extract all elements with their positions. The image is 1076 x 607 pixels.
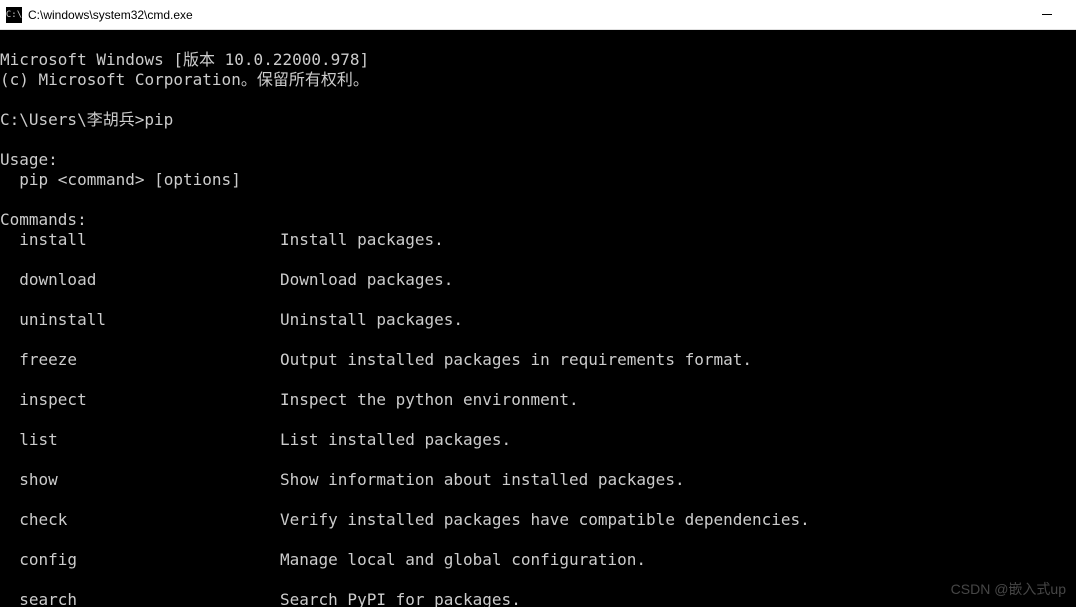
os-version-line: Microsoft Windows [版本 10.0.22000.978] (0, 50, 369, 69)
window-title-bar[interactable]: C:\ C:\windows\system32\cmd.exe (0, 0, 1076, 30)
command-name: install (0, 230, 280, 250)
command-desc: Search PyPI for packages. (280, 590, 521, 607)
terminal-output[interactable]: Microsoft Windows [版本 10.0.22000.978] (c… (0, 30, 1076, 607)
command-row: uninstallUninstall packages. (0, 310, 1076, 330)
blank-line (0, 90, 10, 109)
command-row: inspectInspect the python environment. (0, 390, 1076, 410)
command-row: searchSearch PyPI for packages. (0, 590, 1076, 607)
watermark-text: CSDN @嵌入式up (951, 579, 1066, 599)
command-desc: Verify installed packages have compatibl… (280, 510, 810, 530)
cmd-icon: C:\ (6, 7, 22, 23)
command-name: config (0, 550, 280, 570)
usage-header: Usage: (0, 150, 58, 169)
command-row: checkVerify installed packages have comp… (0, 510, 1076, 530)
command-name: download (0, 270, 280, 290)
minimize-button[interactable] (1024, 1, 1070, 29)
command-desc: List installed packages. (280, 430, 511, 450)
command-row: configManage local and global configurat… (0, 550, 1076, 570)
minimize-icon (1042, 14, 1052, 15)
usage-syntax: pip <command> [options] (0, 170, 241, 189)
command-name: search (0, 590, 280, 607)
prompt-line: C:\Users\李胡兵>pip (0, 110, 173, 129)
command-name: list (0, 430, 280, 450)
window-controls (1024, 1, 1070, 29)
command-desc: Download packages. (280, 270, 453, 290)
window-title: C:\windows\system32\cmd.exe (28, 8, 193, 22)
copyright-line: (c) Microsoft Corporation。保留所有权利。 (0, 70, 369, 89)
command-name: uninstall (0, 310, 280, 330)
commands-header: Commands: (0, 210, 87, 229)
command-row: downloadDownload packages. (0, 270, 1076, 290)
command-desc: Show information about installed package… (280, 470, 685, 490)
command-row: freezeOutput installed packages in requi… (0, 350, 1076, 370)
command-row: showShow information about installed pac… (0, 470, 1076, 490)
command-desc: Install packages. (280, 230, 444, 250)
command-desc: Output installed packages in requirement… (280, 350, 752, 370)
blank-line (0, 130, 10, 149)
command-desc: Inspect the python environment. (280, 390, 579, 410)
command-name: inspect (0, 390, 280, 410)
blank-line (0, 190, 10, 209)
command-name: freeze (0, 350, 280, 370)
command-name: check (0, 510, 280, 530)
command-name: show (0, 470, 280, 490)
command-row: installInstall packages. (0, 230, 1076, 250)
command-desc: Manage local and global configuration. (280, 550, 646, 570)
command-row: listList installed packages. (0, 430, 1076, 450)
command-desc: Uninstall packages. (280, 310, 463, 330)
